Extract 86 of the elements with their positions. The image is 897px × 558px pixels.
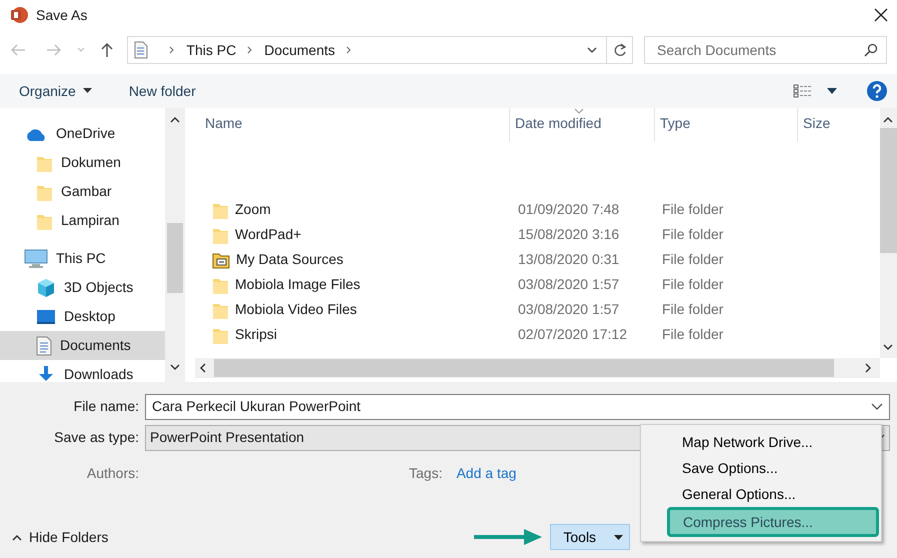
scroll-thumb[interactable] — [214, 359, 834, 377]
scroll-up-icon — [170, 116, 180, 123]
scroll-down-icon — [883, 344, 893, 351]
caret-icon — [614, 534, 624, 540]
field-label: Save as type: — [53, 428, 140, 447]
scroll-thumb[interactable] — [880, 128, 897, 253]
breadcrumb-link[interactable]: This PC — [186, 40, 236, 60]
field-label: Tags: — [409, 464, 442, 483]
file-name[interactable]: Mobiola Image Files — [235, 274, 360, 295]
caret-icon[interactable] — [827, 88, 837, 94]
column-header[interactable]: Type — [655, 108, 798, 142]
close-icon[interactable] — [874, 8, 888, 22]
caret-icon — [82, 88, 92, 94]
breadcrumb-link[interactable]: Documents — [264, 40, 336, 60]
forward-icon[interactable] — [46, 42, 62, 58]
file-name[interactable]: My Data Sources — [236, 249, 344, 270]
file-name[interactable]: WordPad+ — [235, 224, 302, 245]
date-cell-text: 01/09/2020 7:48 — [517, 200, 620, 219]
scroll-right-icon — [865, 363, 872, 373]
menu-item[interactable]: General Options... — [645, 481, 877, 507]
column-header[interactable]: Date modified — [510, 108, 655, 142]
sidebar-item[interactable]: Gambar — [0, 177, 165, 206]
folder-icon — [212, 250, 230, 268]
refresh-icon[interactable] — [612, 43, 627, 57]
back-icon[interactable] — [10, 42, 26, 58]
dropdown-icon — [871, 402, 883, 410]
date-cell-text: 02/07/2020 17:12 — [517, 325, 628, 344]
add-tag-link[interactable]: Add a tag — [456, 462, 516, 484]
type-cell-text: File folder — [661, 225, 724, 244]
search-field[interactable]: Search Documents — [644, 36, 887, 64]
type-cell-text: File folder — [661, 200, 724, 219]
file-name[interactable]: Skripsi — [235, 324, 278, 345]
sidebar-item[interactable]: Documents — [0, 331, 165, 360]
chevron-icon — [168, 45, 176, 55]
menu-item[interactable]: Compress Pictures... — [667, 507, 879, 537]
sidebar-item[interactable]: Dokumen — [0, 148, 165, 177]
column-header[interactable]: Size — [798, 108, 870, 142]
hide-folders-button[interactable]: Hide Folders — [12, 526, 108, 548]
document-icon — [134, 41, 148, 59]
sidebar-item[interactable]: This PC — [0, 244, 165, 273]
scrollbar[interactable] — [880, 108, 897, 358]
scroll-up-icon — [883, 116, 893, 123]
type-cell-text: File folder — [661, 250, 724, 269]
up-arrow-icon[interactable] — [99, 42, 116, 58]
date-cell-text: 03/08/2020 1:57 — [517, 275, 620, 294]
chevron-icon — [345, 45, 354, 55]
chevron-up-icon — [12, 534, 22, 540]
type-cell-text: File folder — [661, 275, 724, 294]
tools-button[interactable]: Tools — [550, 524, 630, 550]
desktop-icon — [36, 308, 56, 324]
new-folder-button[interactable]: New folder — [128, 80, 196, 102]
chevron-icon — [246, 45, 254, 55]
type-cell-text: File folder — [661, 325, 724, 344]
sort-icon — [574, 108, 584, 114]
file-name[interactable]: Mobiola Video Files — [235, 299, 357, 320]
date-cell-text: 13/08/2020 0:31 — [517, 250, 620, 269]
date-cell-text: 03/08/2020 1:57 — [517, 300, 620, 319]
sidebar-item[interactable]: OneDrive — [0, 119, 165, 148]
scroll-down-icon — [170, 364, 180, 371]
help-icon[interactable] — [867, 81, 887, 101]
organize-button[interactable]: Organize — [19, 80, 92, 102]
window-title: Save As — [36, 6, 88, 24]
dropdown-icon[interactable] — [586, 46, 598, 54]
scroll-left-icon — [199, 363, 206, 373]
arrow-pointer — [474, 527, 542, 547]
type-cell-text: File folder — [661, 300, 724, 319]
document-icon — [36, 336, 52, 356]
column-header[interactable]: Name — [195, 108, 510, 142]
app-icon — [10, 6, 28, 24]
scrollbar[interactable] — [165, 108, 185, 382]
sidebar-item[interactable]: 3D Objects — [0, 273, 165, 302]
file-name[interactable]: Zoom — [235, 199, 271, 220]
view-options-icon[interactable] — [793, 84, 813, 98]
file-name-field[interactable]: Cara Perkecil Ukuran PowerPoint — [145, 394, 890, 420]
field-label: File name: — [72, 397, 140, 416]
computer-icon — [24, 248, 48, 268]
sidebar-item[interactable]: Lampiran — [0, 206, 165, 235]
date-cell-text: 15/08/2020 3:16 — [517, 225, 620, 244]
search-input[interactable]: Search Documents — [655, 38, 864, 62]
sidebar-item[interactable]: Desktop — [0, 302, 165, 331]
cube-icon — [36, 278, 56, 298]
scroll-thumb[interactable] — [167, 223, 183, 293]
menu-item[interactable]: Save Options... — [645, 455, 877, 481]
search-icon — [864, 43, 878, 57]
field-label: Authors: — [86, 464, 140, 482]
scrollbar[interactable] — [195, 358, 880, 378]
